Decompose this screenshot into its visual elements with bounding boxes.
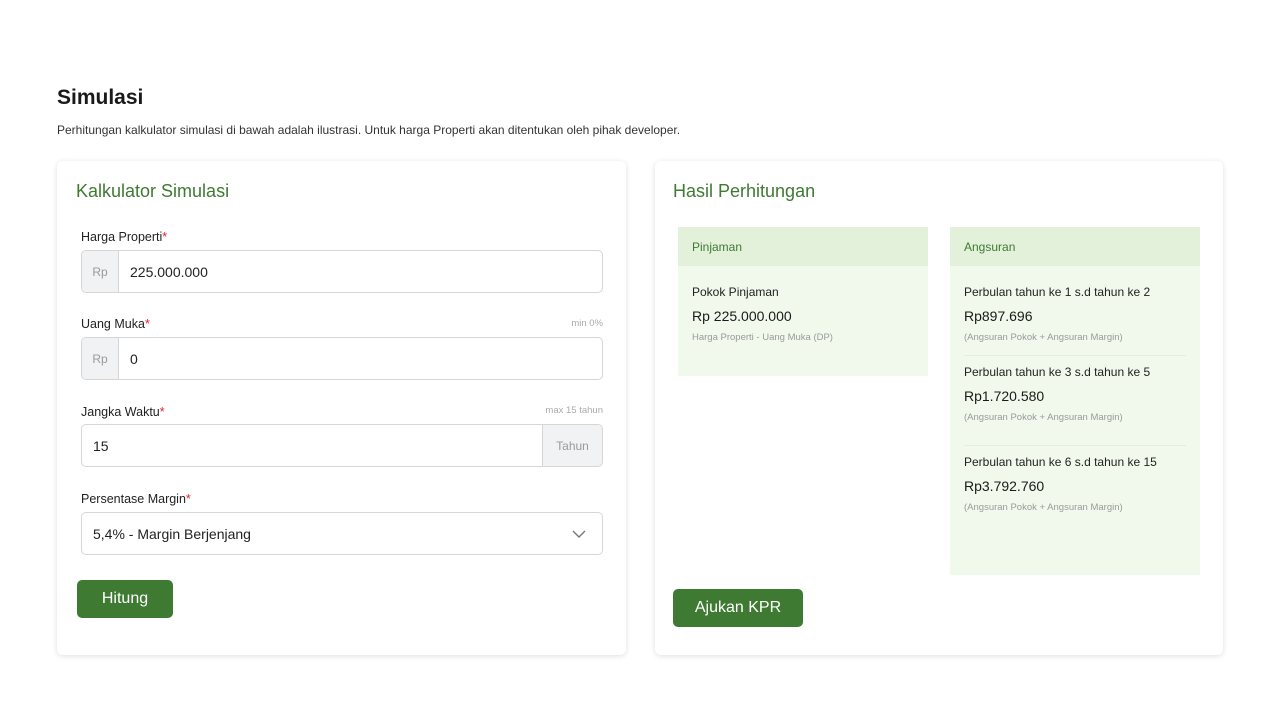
page-subtitle: Perhitungan kalkulator simulasi di bawah… [57,123,681,137]
harga-currency-prefix: Rp [82,251,119,292]
jangka-waktu-value[interactable]: 15 [82,438,542,454]
calculator-title: Kalkulator Simulasi [76,181,230,201]
page-title: Simulasi [57,86,144,109]
uang-muka-label: Uang Muka* [81,317,150,331]
angsuran-item: Perbulan tahun ke 1 s.d tahun ke 2 Rp897… [950,266,1200,343]
angsuran-amount: Rp1.720.580 [964,388,1045,404]
harga-properti-value[interactable]: 225.000.000 [119,264,602,280]
pokok-pinjaman-label: Pokok Pinjaman [692,285,779,299]
pokok-pinjaman-note: Harga Properti - Uang Muka (DP) [692,332,833,343]
angsuran-period-label: Perbulan tahun ke 3 s.d tahun ke 5 [964,365,1151,379]
result-card: Hasil Perhitungan Pinjaman Pokok Pinjama… [655,161,1223,655]
uang-muka-currency-prefix: Rp [82,338,119,379]
angsuran-amount: Rp3.792.760 [964,478,1045,494]
margin-select-value: 5,4% - Margin Berjenjang [93,525,251,542]
angsuran-panel: Angsuran Perbulan tahun ke 1 s.d tahun k… [950,227,1200,575]
harga-properti-label-text: Harga Properti [81,230,163,244]
result-title: Hasil Perhitungan [673,181,816,201]
ajukan-kpr-button[interactable]: Ajukan KPR [673,589,803,627]
pinjaman-header: Pinjaman [678,227,928,266]
harga-properti-input[interactable]: Rp 225.000.000 [81,250,603,293]
calculator-card: Kalkulator Simulasi Harga Properti* Rp 2… [57,161,626,655]
pinjaman-panel: Pinjaman Pokok Pinjaman Rp 225.000.000 H… [678,227,928,376]
required-mark: * [185,492,191,506]
margin-select[interactable]: 5,4% - Margin Berjenjang [81,512,603,555]
persentase-margin-label-text: Persentase Margin [81,492,186,506]
chevron-down-icon[interactable] [556,530,602,538]
angsuran-header: Angsuran [950,227,1200,266]
uang-muka-label-text: Uang Muka [81,317,145,331]
pokok-pinjaman-value: Rp 225.000.000 [692,308,792,324]
tahun-suffix: Tahun [542,425,602,466]
uang-muka-input[interactable]: Rp 0 [81,337,603,380]
jangka-waktu-label: Jangka Waktu* [81,405,165,419]
persentase-margin-label: Persentase Margin* [81,492,191,506]
uang-muka-value[interactable]: 0 [119,351,602,367]
angsuran-period-label: Perbulan tahun ke 6 s.d tahun ke 15 [964,455,1157,469]
angsuran-item: Perbulan tahun ke 6 s.d tahun ke 15 Rp3.… [950,446,1200,516]
angsuran-note: (Angsuran Pokok + Angsuran Margin) [964,332,1123,343]
angsuran-note: (Angsuran Pokok + Angsuran Margin) [964,412,1123,423]
jangka-waktu-input[interactable]: 15 Tahun [81,424,603,467]
jangka-waktu-label-text: Jangka Waktu [81,405,160,419]
hitung-button[interactable]: Hitung [77,580,173,618]
angsuran-item: Perbulan tahun ke 3 s.d tahun ke 5 Rp1.7… [950,356,1200,426]
angsuran-amount: Rp897.696 [964,308,1033,324]
pinjaman-item: Pokok Pinjaman Rp 225.000.000 Harga Prop… [678,266,928,343]
jangka-waktu-hint: max 15 tahun [545,405,603,416]
harga-properti-label: Harga Properti* [81,230,167,244]
required-mark: * [162,230,168,244]
required-mark: * [159,405,165,419]
angsuran-note: (Angsuran Pokok + Angsuran Margin) [964,502,1123,513]
uang-muka-hint: min 0% [571,318,603,329]
angsuran-period-label: Perbulan tahun ke 1 s.d tahun ke 2 [964,285,1151,299]
required-mark: * [144,317,150,331]
